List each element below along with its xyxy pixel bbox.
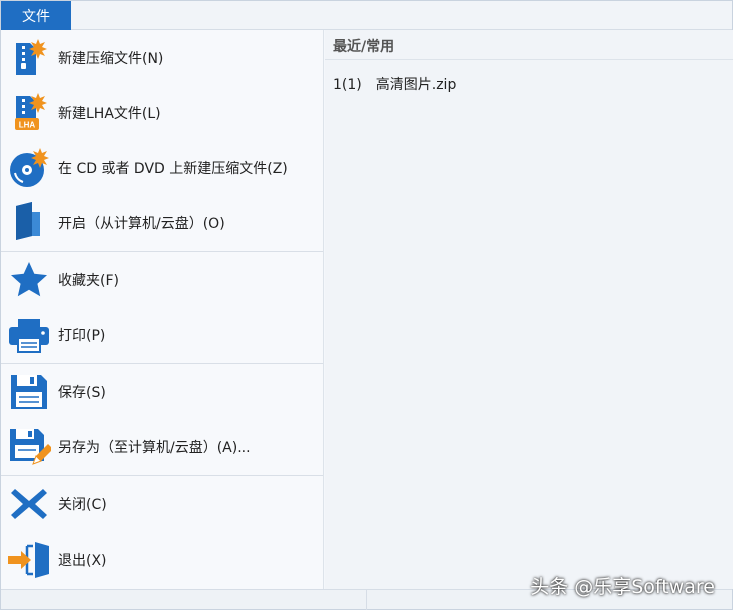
exit-icon <box>8 541 49 578</box>
new-zip-label: 新建压缩文件(N) <box>58 50 164 67</box>
favorites-label: 收藏夹(F) <box>58 272 119 289</box>
exit-menu-item[interactable]: 退出(X) <box>1 532 323 587</box>
new-lha-icon: LHA <box>15 92 47 130</box>
open-label: 开启（从计算机/云盘）(O) <box>58 215 225 232</box>
new-disc-archive-label: 在 CD 或者 DVD 上新建压缩文件(Z) <box>58 160 288 177</box>
new-disc-archive-icon <box>10 147 49 187</box>
winzip-window: 文件 新建压缩文件(N) LHA 新建LHA文件(L) 在 CD 或者 DVD … <box>0 0 733 610</box>
recent-file-item[interactable]: 1(1) 高清图片.zip <box>333 74 456 94</box>
favorites-menu-item[interactable]: 收藏夹(F) <box>1 252 323 307</box>
close-icon <box>11 488 47 519</box>
recent-header: 最近/常用 <box>333 39 395 55</box>
exit-label: 退出(X) <box>58 552 107 569</box>
save-menu-item[interactable]: 保存(S) <box>1 364 323 419</box>
recent-divider <box>325 59 733 60</box>
menu-bar: 文件 <box>1 1 732 30</box>
save-icon <box>11 374 47 409</box>
new-lha-menu-item[interactable]: LHA 新建LHA文件(L) <box>1 85 323 140</box>
open-menu-item[interactable]: 开启（从计算机/云盘）(O) <box>1 195 323 250</box>
close-label: 关闭(C) <box>58 496 107 513</box>
recent-file-number: 1(1) <box>333 77 362 93</box>
printer-icon <box>9 318 49 353</box>
save-as-label: 另存为（至计算机/云盘）(A)... <box>58 439 251 456</box>
close-menu-item[interactable]: 关闭(C) <box>1 476 323 531</box>
new-zip-icon <box>16 38 47 75</box>
status-divider <box>366 590 367 610</box>
open-icon <box>16 201 40 240</box>
recent-file-name: 高清图片.zip <box>375 77 457 93</box>
recent-panel: 最近/常用 1(1) 高清图片.zip <box>325 30 733 589</box>
watermark-text: 头条 @乐享Software <box>530 576 715 598</box>
lha-badge: LHA <box>19 120 36 129</box>
print-menu-item[interactable]: 打印(P) <box>1 307 323 362</box>
star-icon <box>11 261 47 296</box>
save-as-icon <box>10 428 51 465</box>
print-label: 打印(P) <box>58 327 106 344</box>
new-disc-archive-menu-item[interactable]: 在 CD 或者 DVD 上新建压缩文件(Z) <box>1 140 323 195</box>
new-zip-menu-item[interactable]: 新建压缩文件(N) <box>1 30 323 85</box>
save-label: 保存(S) <box>58 384 106 401</box>
file-menu-panel: 新建压缩文件(N) LHA 新建LHA文件(L) 在 CD 或者 DVD 上新建… <box>1 30 324 589</box>
file-tab[interactable]: 文件 <box>1 1 71 30</box>
save-as-menu-item[interactable]: 另存为（至计算机/云盘）(A)... <box>1 419 323 474</box>
new-lha-label: 新建LHA文件(L) <box>58 105 161 122</box>
